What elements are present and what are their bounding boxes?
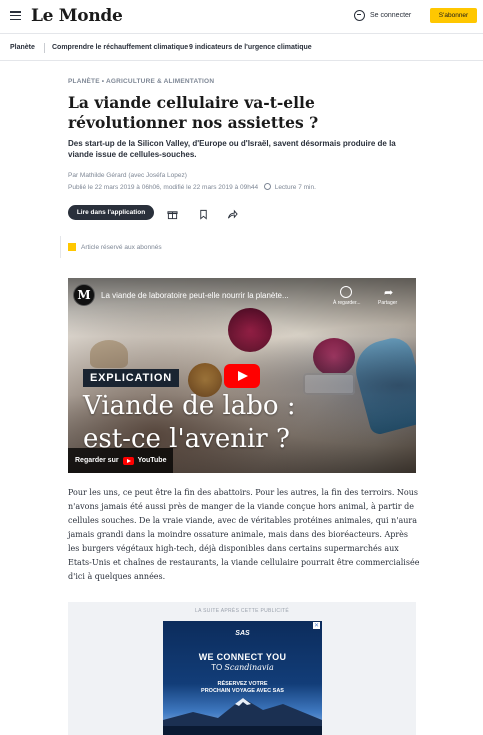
- bookmark-icon[interactable]: [198, 207, 209, 220]
- ad-headline: WE CONNECT YOU: [198, 652, 287, 662]
- menu-icon[interactable]: [10, 11, 21, 21]
- youtube-icon: [122, 456, 134, 465]
- share-video-icon[interactable]: ➦: [384, 286, 393, 299]
- article-kicker[interactable]: PLANÈTE • AGRICULTURE & ALIMENTATION: [68, 78, 214, 85]
- reserved-divider: [60, 236, 61, 258]
- subscriber-notice-label: Article réservé aux abonnés: [81, 243, 162, 251]
- login-label: Se connecter: [370, 12, 412, 19]
- ad-zone: LA SUITE APRÈS CETTE PUBLICITÉ ✕ SAS WE …: [68, 602, 416, 735]
- video-headline-line1: Viande de labo :: [83, 391, 296, 421]
- video-title[interactable]: La viande de laboratoire peut-elle nourr…: [101, 291, 289, 300]
- subscriber-badge-icon: [68, 243, 76, 251]
- clock-icon: [263, 183, 271, 190]
- video-badge: EXPLICATION: [83, 369, 179, 387]
- watch-on-label: Regarder sur: [75, 457, 119, 464]
- channel-logo[interactable]: M: [73, 284, 95, 306]
- ad-landscape-image: [163, 698, 322, 735]
- article-dates: Publié le 22 mars 2019 à 06h06, modifié …: [68, 183, 316, 191]
- top-header: Le Monde Se connecter S'abonner: [0, 0, 483, 33]
- topic-nav: Planète Comprendre le réchauffement clim…: [0, 33, 483, 61]
- ad-subheadline-italic: Scandinavia: [224, 663, 274, 672]
- play-button[interactable]: [224, 364, 260, 388]
- article-title: La viande cellulaire va-t-elle révolutio…: [68, 93, 319, 132]
- ad-subheadline: TO Scandinavia: [163, 663, 322, 672]
- article-author[interactable]: Par Mathilde Gérard (avec Joséfa Lopez): [68, 172, 187, 179]
- article-lead: Des start-up de la Silicon Valley, d'Eur…: [68, 139, 396, 159]
- share-video-label: Partager: [378, 300, 398, 306]
- ad-subheadline-prefix: TO: [211, 663, 225, 672]
- site-logo[interactable]: Le Monde: [31, 6, 123, 26]
- publish-dates: Publié le 22 mars 2019 à 06h06, modifié …: [68, 184, 259, 191]
- article-body: Pour les uns, ce peut être la fin des ab…: [68, 488, 420, 581]
- watch-later-label: À regarder...: [333, 300, 361, 306]
- watch-later-icon[interactable]: [340, 286, 352, 298]
- reading-time: Lecture 7 min.: [274, 184, 316, 191]
- share-icon[interactable]: [227, 207, 238, 219]
- watch-on-youtube-button[interactable]: Regarder sur YouTube: [68, 448, 173, 473]
- ad-cta-line1: RÉSERVEZ VOTRE: [217, 681, 268, 687]
- advertisement-banner[interactable]: ✕ SAS WE CONNECT YOU TO Scandinavia RÉSE…: [163, 621, 322, 735]
- ad-label: LA SUITE APRÈS CETTE PUBLICITÉ: [194, 608, 290, 614]
- ad-brand: SAS: [235, 630, 250, 637]
- platform-label: YouTube: [137, 457, 167, 464]
- video-player[interactable]: M La viande de laboratoire peut-elle nou…: [68, 278, 416, 473]
- subscribe-button[interactable]: S'abonner: [430, 8, 477, 23]
- open-in-app-button[interactable]: Lire dans l'application: [68, 205, 154, 220]
- nav-divider: [44, 43, 45, 53]
- nav-item-climate[interactable]: Comprendre le réchauffement climatique: [52, 44, 188, 51]
- login-button[interactable]: Se connecter: [354, 10, 411, 21]
- ad-close-icon[interactable]: ✕: [312, 622, 320, 629]
- gift-icon[interactable]: [167, 207, 178, 220]
- subscriber-notice: Article réservé aux abonnés: [68, 243, 162, 251]
- login-icon: [354, 10, 365, 21]
- nav-item-planete[interactable]: Planète: [10, 44, 35, 51]
- nav-item-indicators[interactable]: 9 indicateurs de l'urgence climatique: [189, 44, 312, 51]
